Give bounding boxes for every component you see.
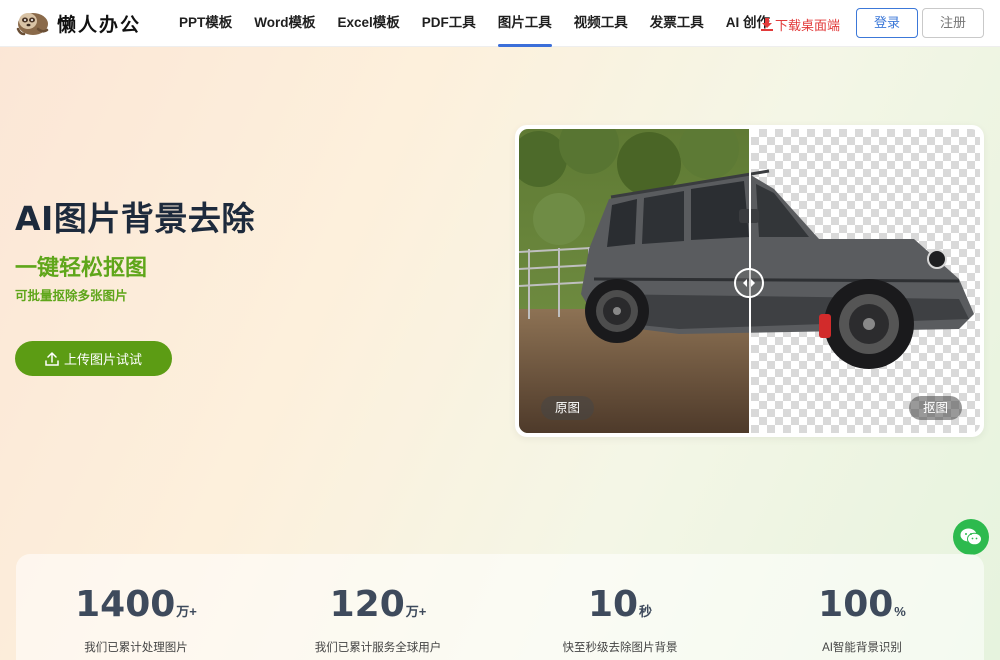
- nav-item-excel[interactable]: Excel模板: [327, 0, 411, 47]
- stat-label: 我们已累计服务全球用户: [314, 642, 442, 654]
- main-nav: PPT模板 Word模板 Excel模板 PDF工具 图片工具 视频工具 发票工…: [168, 0, 781, 47]
- stat-label: 我们已累计处理图片: [84, 642, 188, 654]
- cutout-image-tag: 抠图: [909, 396, 963, 420]
- upload-image-button[interactable]: 上传图片试试: [15, 341, 172, 376]
- stat-value: 10: [587, 584, 639, 625]
- upload-icon: [45, 351, 59, 366]
- stat-label: 快至秒级去除图片背景: [562, 642, 678, 654]
- download-label: 下载桌面端: [775, 18, 841, 33]
- stat-label: AI智能背景识别: [822, 642, 902, 654]
- nav-item-invoice[interactable]: 发票工具: [639, 0, 715, 47]
- upload-button-label: 上传图片试试: [63, 352, 142, 367]
- hero-subtitle: 一键轻松抠图: [15, 256, 148, 281]
- brand-logo[interactable]: 懒人办公: [14, 9, 141, 37]
- stat-value: 100: [818, 584, 894, 625]
- before-after-comparison: 原图 抠图: [515, 125, 984, 437]
- register-button[interactable]: 注册: [922, 8, 984, 38]
- stat-value: 1400: [75, 584, 176, 625]
- hero-title: AI图片背景去除: [15, 199, 255, 238]
- download-icon: [761, 18, 773, 31]
- compare-slider-icon: [743, 279, 755, 287]
- stat-unit: 万+: [176, 604, 197, 619]
- stat-unit: %: [894, 604, 906, 619]
- stat-ai-recognition: 100% AI智能背景识别: [742, 584, 982, 655]
- original-image-tag: 原图: [541, 396, 595, 420]
- nav-item-word[interactable]: Word模板: [243, 0, 326, 47]
- nav-item-video[interactable]: 视频工具: [563, 0, 639, 47]
- brand-name: 懒人办公: [57, 13, 142, 36]
- stat-unit: 万+: [405, 604, 427, 619]
- stat-users-served: 120万+ 我们已累计服务全球用户: [258, 584, 498, 655]
- hero-note: 可批量抠除多张图片: [15, 289, 128, 303]
- login-button[interactable]: 登录: [856, 8, 918, 38]
- stats-panel: 1400万+ 我们已累计处理图片 120万+ 我们已累计服务全球用户 10秒 快…: [16, 554, 984, 660]
- stat-processing-speed: 10秒 快至秒级去除图片背景: [500, 584, 740, 655]
- top-navigation-bar: 懒人办公 PPT模板 Word模板 Excel模板 PDF工具 图片工具 视频工…: [0, 0, 1000, 47]
- comparison-slider-handle[interactable]: [734, 268, 764, 298]
- nav-item-image-tools[interactable]: 图片工具: [487, 0, 563, 47]
- sloth-logo-icon: [16, 13, 49, 36]
- download-desktop-link[interactable]: 下载桌面端: [761, 15, 840, 34]
- stat-images-processed: 1400万+ 我们已累计处理图片: [16, 584, 256, 655]
- wechat-contact-button[interactable]: [953, 519, 989, 555]
- wechat-icon: [960, 528, 982, 546]
- nav-item-ppt[interactable]: PPT模板: [168, 0, 243, 47]
- stat-unit: 秒: [639, 604, 653, 619]
- stat-value: 120: [329, 584, 405, 625]
- nav-item-pdf[interactable]: PDF工具: [411, 0, 487, 47]
